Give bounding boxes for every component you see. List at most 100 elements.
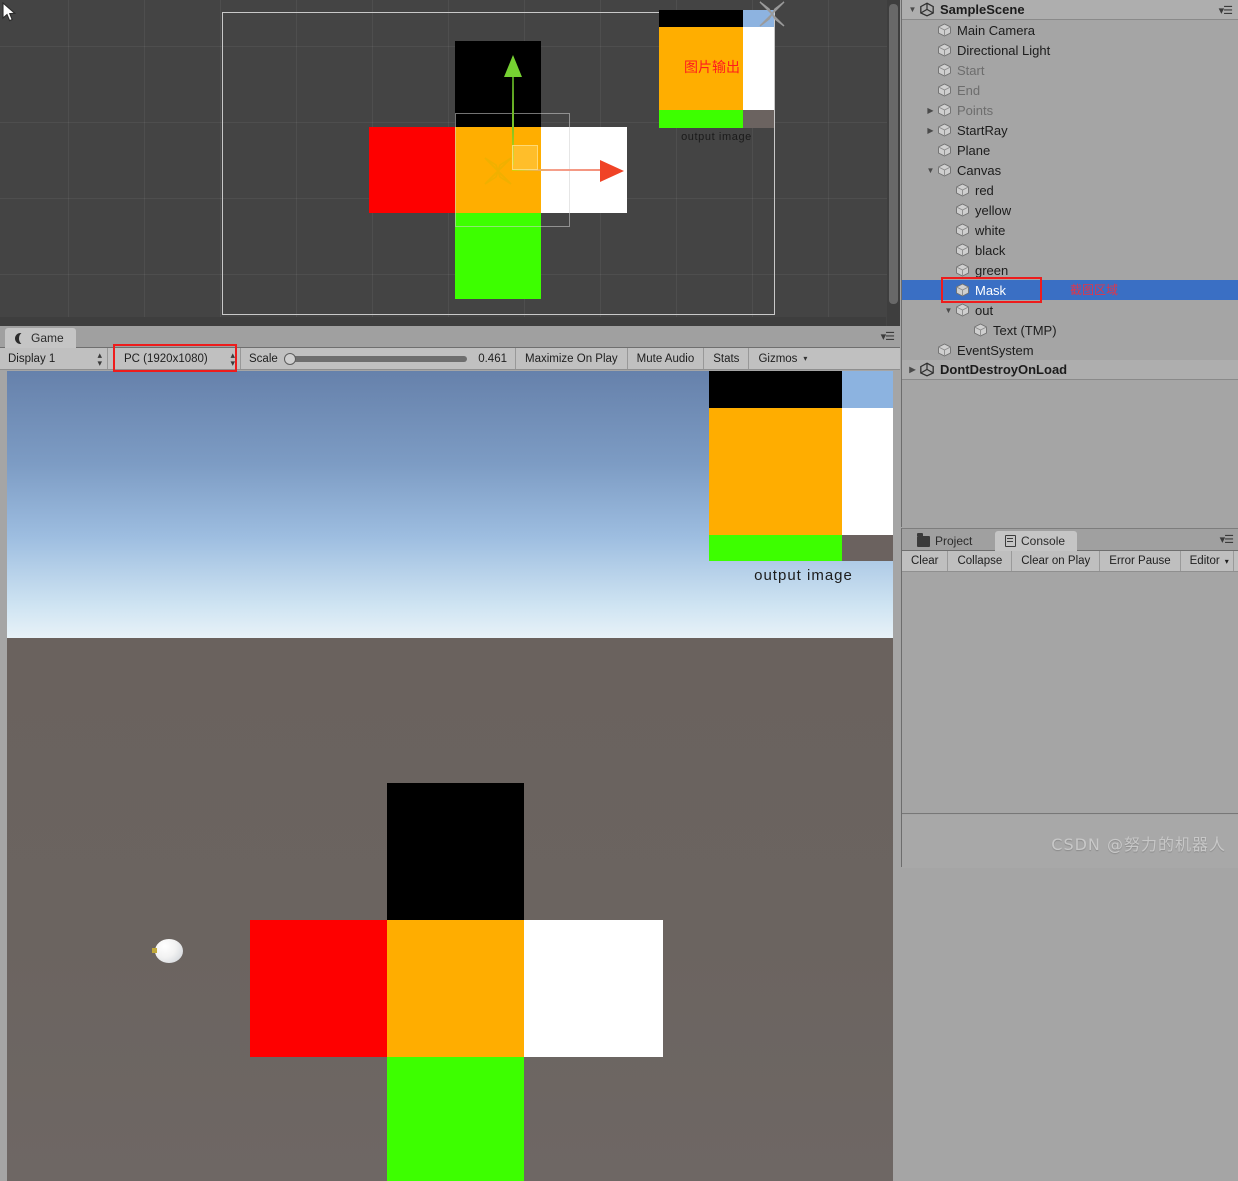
console-toolbar: Clear Collapse Clear on Play Error Pause… [902, 551, 1238, 572]
gameobject-cube-icon [937, 123, 952, 137]
scene-horizontal-scrollbar[interactable] [0, 317, 886, 326]
hierarchy-list[interactable]: ▼ SampleScene Main Camera Directional Light… [902, 0, 1238, 380]
clear-button[interactable]: Clear [902, 551, 949, 571]
console-panel: Project Console ▾☰ Clear Collapse Clear … [901, 528, 1238, 868]
tab-project[interactable]: Project [907, 531, 984, 551]
hierarchy-item-directional-light[interactable]: Directional Light [902, 40, 1238, 60]
hierarchy-menu-icon[interactable]: ▾☰ [1219, 4, 1233, 17]
mute-audio-button[interactable]: Mute Audio [627, 348, 705, 369]
hierarchy-panel[interactable]: ▼ SampleScene Main Camera Directional Light… [901, 0, 1238, 527]
game-render-view[interactable]: output image [7, 371, 893, 1181]
gameobject-cube-icon [955, 243, 970, 257]
hierarchy-item-main-camera[interactable]: Main Camera [902, 20, 1238, 40]
hierarchy-item-end[interactable]: End [902, 80, 1238, 100]
display-dropdown-value: Display 1 [8, 352, 56, 365]
game-out-green [709, 535, 842, 561]
chevron-down-icon[interactable]: ▾ [1225, 557, 1229, 566]
console-tabbar: Project Console ▾☰ [902, 529, 1238, 551]
editor-dropdown[interactable]: Editor ▾ [1181, 551, 1234, 571]
game-output-image-label: output image [754, 567, 853, 584]
hierarchy-item-eventsystem[interactable]: EventSystem [902, 340, 1238, 360]
chevron-down-icon[interactable]: ▾ [803, 354, 807, 363]
game-panel-menu-icon[interactable]: ▾☰ [881, 330, 895, 343]
game-small-cube-object [152, 948, 157, 953]
hierarchy-item-startray[interactable]: ▶ StartRay [902, 120, 1238, 140]
chevron-down-icon[interactable]: ▼ [924, 166, 937, 175]
rect-transform-pivot-icon[interactable] [474, 147, 522, 195]
collapse-button[interactable]: Collapse [948, 551, 1013, 571]
chevron-down-icon[interactable]: ▼ [906, 5, 919, 14]
scale-slider-knob[interactable] [283, 352, 296, 365]
chevron-right-icon[interactable]: ▶ [906, 365, 919, 374]
hierarchy-item-black[interactable]: black [902, 240, 1238, 260]
gizmos-label: Gizmos [758, 352, 798, 365]
scale-slider-group[interactable]: Scale 0.461 [241, 348, 516, 369]
gameobject-cube-icon [955, 223, 970, 237]
gameobject-cube-icon [937, 103, 952, 117]
resolution-dropdown-value: PC (1920x1080) [124, 352, 208, 365]
chevron-right-icon[interactable]: ▶ [924, 126, 937, 135]
clear-on-play-button[interactable]: Clear on Play [1012, 551, 1101, 571]
game-tabbar: Game ▾☰ [0, 326, 900, 348]
gameobject-cube-icon [955, 203, 970, 217]
resolution-dropdown[interactable]: PC (1920x1080) ▴ ▾ [116, 348, 241, 369]
console-icon [1005, 535, 1016, 547]
console-panel-menu-icon[interactable]: ▾☰ [1220, 533, 1234, 546]
hierarchy-item-label: Points [957, 102, 994, 118]
error-pause-button[interactable]: Error Pause [1100, 551, 1181, 571]
hierarchy-item-plane[interactable]: Plane [902, 140, 1238, 160]
hierarchy-item-label: green [975, 262, 1009, 278]
move-gizmo-x-arrow-icon[interactable] [600, 160, 624, 182]
hierarchy-item-dontdestroyonload[interactable]: ▶ DontDestroyOnLoad [902, 360, 1238, 380]
tab-console[interactable]: Console [995, 531, 1078, 551]
mask-annotation-text: 截图区域 [1070, 283, 1119, 297]
rect-transform-pivot-secondary-icon[interactable] [750, 0, 794, 36]
hierarchy-item-white[interactable]: white [902, 220, 1238, 240]
scene-output-annotation: 图片输出 [684, 60, 740, 76]
gameobject-cube-icon [955, 263, 970, 277]
gameobject-cube-icon [937, 343, 952, 357]
scene-out-ground [743, 110, 774, 128]
tab-console-label: Console [1021, 534, 1066, 548]
hierarchy-item-canvas[interactable]: ▼ Canvas [902, 160, 1238, 180]
hierarchy-item-label: Start [957, 62, 985, 78]
hierarchy-item-label: Canvas [957, 162, 1002, 178]
hierarchy-item-yellow[interactable]: yellow [902, 200, 1238, 220]
hierarchy-item-red[interactable]: red [902, 180, 1238, 200]
scene-square-red[interactable] [369, 127, 455, 213]
scale-label: Scale [249, 352, 278, 365]
scene-vertical-scrollbar[interactable] [887, 0, 900, 326]
unity-scene-icon [919, 362, 935, 377]
stats-button[interactable]: Stats [704, 348, 750, 369]
chevron-right-icon[interactable]: ▶ [924, 106, 937, 115]
game-out-white [842, 408, 893, 535]
hierarchy-item-points[interactable]: ▶ Points [902, 100, 1238, 120]
console-message-list[interactable] [902, 572, 1238, 814]
game-out-orange [709, 408, 842, 535]
scene-output-image-label: output image [681, 131, 752, 143]
gameobject-cube-icon [973, 323, 988, 337]
chevron-down-icon[interactable]: ▼ [942, 306, 955, 315]
scene-view[interactable]: output image 图片输出 [0, 0, 900, 326]
hierarchy-item-label: Mask [975, 282, 1007, 298]
hierarchy-item-start[interactable]: Start [902, 60, 1238, 80]
hierarchy-item-label: End [957, 82, 981, 98]
tab-game-label: Game [31, 331, 64, 345]
scene-vertical-scrollbar-thumb[interactable] [889, 4, 898, 304]
maximize-on-play-button[interactable]: Maximize On Play [516, 348, 628, 369]
hierarchy-item-label: SampleScene [940, 2, 1025, 17]
hierarchy-item-label: black [975, 242, 1006, 258]
hierarchy-item-label: StartRay [957, 122, 1008, 138]
hierarchy-item-green[interactable]: green [902, 260, 1238, 280]
move-gizmo-y-arrow-icon[interactable] [504, 55, 522, 77]
game-square-white [524, 920, 663, 1057]
hierarchy-item-out[interactable]: ▼ out [902, 300, 1238, 320]
gameobject-cube-icon [937, 83, 952, 97]
hierarchy-item-text-tmp[interactable]: Text (TMP) [902, 320, 1238, 340]
display-dropdown[interactable]: Display 1 ▴ ▾ [0, 348, 108, 369]
gizmos-button[interactable]: Gizmos ▾ [749, 348, 812, 369]
scale-slider-track[interactable] [283, 352, 467, 365]
hierarchy-item-samplescene[interactable]: ▼ SampleScene [902, 0, 1238, 20]
tab-project-label: Project [935, 534, 973, 548]
tab-game[interactable]: Game [5, 328, 76, 348]
